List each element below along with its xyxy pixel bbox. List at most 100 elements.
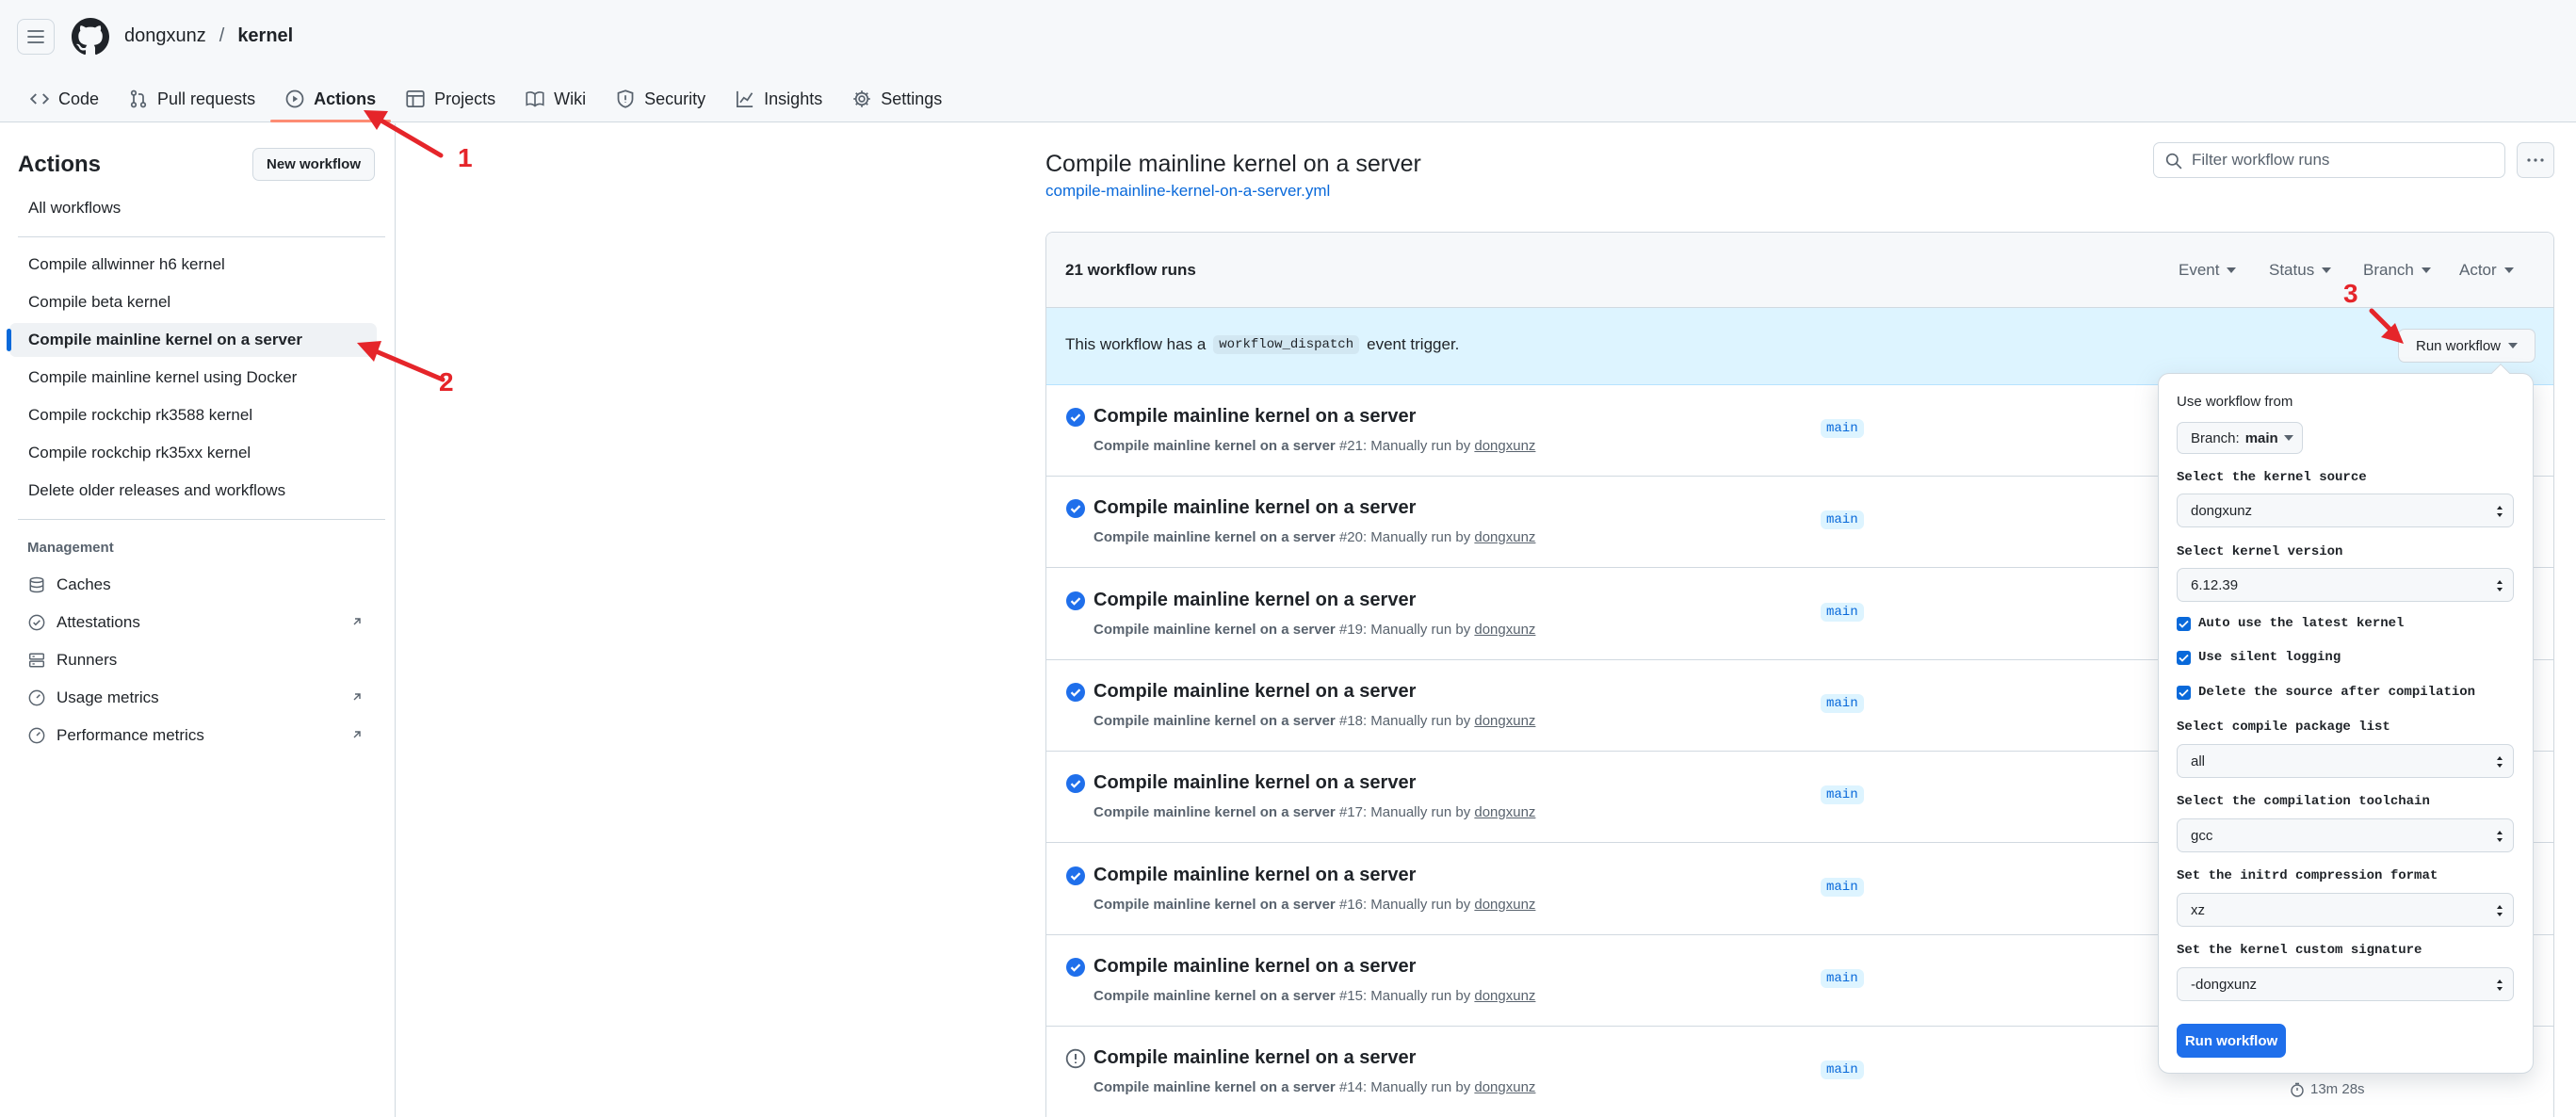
run-author-link[interactable]: dongxunz	[1474, 622, 1535, 638]
sidebar-item-label: Compile rockchip rk35xx kernel	[28, 444, 251, 461]
sidebar-divider	[18, 519, 385, 520]
kernel-source-select[interactable]: dongxunz	[2177, 494, 2514, 527]
delete-source-checkbox[interactable]: Delete the source after compilation	[2177, 685, 2475, 700]
branch-prefix: Branch:	[2191, 429, 2240, 446]
run-workflow-name: Compile mainline kernel on a server	[1094, 1079, 1336, 1096]
sidebar-workflow-item-selected[interactable]: Compile mainline kernel on a server	[7, 323, 377, 357]
run-meta: Compile mainline kernel on a server #17:…	[1094, 804, 1535, 820]
tab-settings[interactable]: Settings	[837, 75, 957, 122]
actor-filter[interactable]: Actor	[2459, 261, 2514, 280]
branch-label[interactable]: main	[1821, 1060, 1864, 1080]
more-options-button[interactable]	[2517, 142, 2554, 178]
repo-owner-link[interactable]: dongxunz	[124, 25, 206, 47]
run-title[interactable]: Compile mainline kernel on a server	[1094, 406, 1416, 428]
branch-label[interactable]: main	[1821, 510, 1864, 530]
tab-wiki[interactable]: Wiki	[510, 75, 601, 122]
checkbox-label: Use silent logging	[2198, 650, 2341, 665]
branch-label[interactable]: main	[1821, 602, 1864, 622]
sidebar-item-label: Runners	[57, 651, 118, 669]
run-author-link[interactable]: dongxunz	[1474, 438, 1535, 454]
tab-actions[interactable]: Actions	[270, 75, 392, 122]
run-title[interactable]: Compile mainline kernel on a server	[1094, 681, 1416, 703]
dispatch-suffix: event trigger.	[1367, 335, 1460, 353]
auto-latest-kernel-checkbox[interactable]: Auto use the latest kernel	[2177, 616, 2404, 631]
sidebar-item-runners[interactable]: Runners	[9, 643, 377, 677]
event-filter[interactable]: Event	[2179, 261, 2237, 280]
branch-label[interactable]: main	[1821, 419, 1864, 438]
sidebar-item-label: Compile allwinner h6 kernel	[28, 255, 225, 273]
branch-label[interactable]: main	[1821, 693, 1864, 713]
sidebar-workflow-item[interactable]: Compile rockchip rk35xx kernel	[9, 436, 377, 470]
kernel-version-select[interactable]: 6.12.39	[2177, 568, 2514, 602]
branch-label[interactable]: main	[1821, 968, 1864, 988]
package-list-select[interactable]: all	[2177, 744, 2514, 778]
sidebar-item-performance-metrics[interactable]: Performance metrics	[9, 719, 377, 753]
runs-list-header: 21 workflow runs Event Status Branch Act…	[1046, 233, 2553, 308]
caret-down-icon	[2421, 267, 2431, 273]
run-number: #15	[1338, 987, 1363, 1004]
run-title[interactable]: Compile mainline kernel on a server	[1094, 1047, 1416, 1069]
run-workflow-dropdown-button[interactable]: Run workflow	[2398, 329, 2535, 363]
sidebar-item-usage-metrics[interactable]: Usage metrics	[9, 681, 377, 715]
run-trigger: : Manually run by	[1362, 438, 1471, 454]
select-arrows-icon	[2497, 831, 2503, 842]
run-trigger: : Manually run by	[1362, 1079, 1471, 1096]
repo-name-link[interactable]: kernel	[237, 25, 293, 47]
toolchain-select[interactable]: gcc	[2177, 818, 2514, 852]
breadcrumb-separator: /	[219, 25, 225, 46]
run-workflow-name: Compile mainline kernel on a server	[1094, 896, 1336, 913]
run-trigger: : Manually run by	[1362, 804, 1471, 821]
workflow-file-link[interactable]: compile-mainline-kernel-on-a-server.yml	[1045, 182, 1330, 201]
filter-workflow-runs-input[interactable]: Filter workflow runs	[2153, 142, 2505, 178]
branch-label[interactable]: main	[1821, 877, 1864, 897]
sidebar-workflow-item[interactable]: Delete older releases and workflows	[9, 474, 377, 508]
run-author-link[interactable]: dongxunz	[1474, 529, 1535, 545]
tab-code[interactable]: Code	[15, 75, 114, 122]
run-author-link[interactable]: dongxunz	[1474, 897, 1535, 913]
filter-label: Event	[2179, 261, 2220, 279]
stopwatch-icon	[2291, 1082, 2304, 1097]
sidebar-workflow-item[interactable]: Compile beta kernel	[9, 285, 377, 319]
sidebar-workflow-item[interactable]: Compile rockchip rk3588 kernel	[9, 398, 377, 432]
run-title[interactable]: Compile mainline kernel on a server	[1094, 956, 1416, 978]
tab-projects[interactable]: Projects	[391, 75, 510, 122]
sidebar-workflow-item[interactable]: Compile allwinner h6 kernel	[9, 248, 377, 282]
run-meta: Compile mainline kernel on a server #19:…	[1094, 622, 1535, 638]
sidebar-item-all-workflows[interactable]: All workflows	[9, 191, 377, 225]
book-icon	[526, 91, 544, 107]
custom-signature-select[interactable]: -dongxunz	[2177, 967, 2514, 1001]
sidebar-item-label: All workflows	[28, 199, 122, 217]
run-title[interactable]: Compile mainline kernel on a server	[1094, 590, 1416, 611]
tab-pull-requests[interactable]: Pull requests	[114, 75, 270, 122]
run-author-link[interactable]: dongxunz	[1474, 804, 1535, 820]
silent-logging-checkbox[interactable]: Use silent logging	[2177, 650, 2341, 665]
sidebar-item-label: Delete older releases and workflows	[28, 481, 286, 499]
initrd-format-select[interactable]: xz	[2177, 893, 2514, 927]
github-logo-icon[interactable]	[72, 18, 109, 56]
tab-label: Insights	[764, 89, 823, 108]
run-author-link[interactable]: dongxunz	[1474, 713, 1535, 729]
status-filter[interactable]: Status	[2269, 261, 2332, 280]
sidebar-item-attestations[interactable]: Attestations	[9, 606, 377, 639]
run-meta: Compile mainline kernel on a server #14:…	[1094, 1079, 1535, 1095]
run-title[interactable]: Compile mainline kernel on a server	[1094, 772, 1416, 794]
run-workflow-name: Compile mainline kernel on a server	[1094, 712, 1336, 729]
run-workflow-popover: Use workflow from Branch: main Select th…	[2158, 364, 2534, 1074]
hamburger-icon	[27, 30, 44, 43]
tab-label: Code	[58, 89, 100, 108]
run-workflow-submit-button[interactable]: Run workflow	[2177, 1024, 2286, 1058]
branch-label[interactable]: main	[1821, 785, 1864, 805]
tab-insights[interactable]: Insights	[721, 75, 837, 122]
branch-select-button[interactable]: Branch: main	[2177, 422, 2303, 454]
tab-security[interactable]: Security	[601, 75, 721, 122]
sidebar-item-caches[interactable]: Caches	[9, 568, 377, 602]
run-title[interactable]: Compile mainline kernel on a server	[1094, 497, 1416, 519]
branch-filter[interactable]: Branch	[2363, 261, 2431, 280]
run-author-link[interactable]: dongxunz	[1474, 1079, 1535, 1095]
run-title[interactable]: Compile mainline kernel on a server	[1094, 865, 1416, 886]
check-circle-fill-icon	[1066, 866, 1085, 885]
run-author-link[interactable]: dongxunz	[1474, 988, 1535, 1004]
new-workflow-button[interactable]: New workflow	[252, 148, 375, 181]
sidebar-workflow-item[interactable]: Compile mainline kernel using Docker	[9, 361, 377, 395]
menu-button[interactable]	[17, 19, 55, 55]
